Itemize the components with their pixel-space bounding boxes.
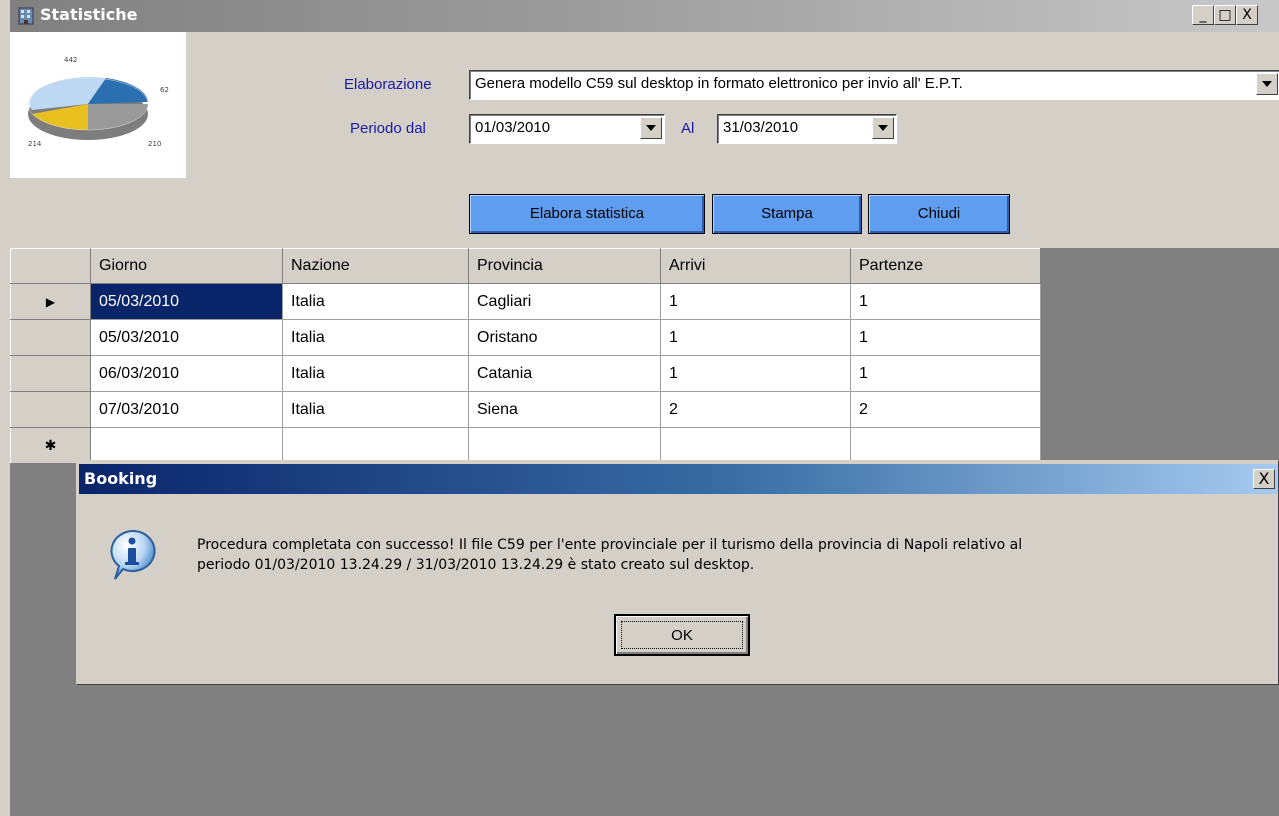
stampa-button[interactable]: Stampa: [712, 194, 862, 234]
table-cell[interactable]: 2: [660, 391, 851, 428]
row-selector[interactable]: [10, 319, 91, 356]
row-selector[interactable]: ✱: [10, 427, 91, 464]
chevron-down-icon[interactable]: [872, 117, 894, 139]
row-selector[interactable]: ▶: [10, 283, 91, 320]
ok-button[interactable]: OK: [614, 614, 750, 656]
dialog-message-line-2: periodo 01/03/2010 13.24.29 / 31/03/2010…: [197, 557, 755, 573]
dialog-message: Procedura completata con successo! Il fi…: [197, 535, 1277, 575]
table-cell[interactable]: 05/03/2010: [90, 319, 283, 356]
column-header-partenze[interactable]: Partenze: [850, 248, 1041, 284]
statistics-grid: Giorno Nazione Provincia Arrivi Partenze…: [10, 248, 1041, 464]
app-icon: [18, 7, 34, 25]
grid-corner-header: [10, 248, 91, 284]
column-header-arrivi[interactable]: Arrivi: [660, 248, 851, 284]
elaborazione-label: Elaborazione: [344, 76, 432, 93]
table-cell[interactable]: 2: [850, 391, 1041, 428]
logo-label-1: 442: [64, 56, 77, 64]
elaborazione-value: Genera modello C59 sul desktop in format…: [475, 75, 963, 92]
table-cell[interactable]: Italia: [282, 355, 469, 392]
logo-label-3: 210: [148, 140, 161, 148]
elabora-statistica-button[interactable]: Elabora statistica: [469, 194, 705, 234]
title-bar[interactable]: Statistiche _ □ X: [10, 0, 1279, 32]
table-cell[interactable]: 07/03/2010: [90, 391, 283, 428]
column-header-provincia[interactable]: Provincia: [468, 248, 661, 284]
maximize-button[interactable]: □: [1214, 5, 1236, 25]
parameters-panel: 442 62 210 214 Elaborazione Genera model…: [10, 32, 1279, 248]
ok-button-label: OK: [621, 621, 743, 649]
close-icon: X: [1242, 7, 1252, 23]
al-label: Al: [681, 120, 695, 137]
date-to-picker[interactable]: 31/03/2010: [717, 114, 897, 144]
table-cell[interactable]: [468, 427, 661, 464]
periodo-label: Periodo dal: [350, 120, 426, 137]
column-header-giorno[interactable]: Giorno: [90, 248, 283, 284]
close-icon: X: [1258, 469, 1270, 488]
current-row-icon: ▶: [45, 294, 56, 309]
date-from-value: 01/03/2010: [475, 119, 551, 136]
table-cell[interactable]: Cagliari: [468, 283, 661, 320]
table-cell[interactable]: 1: [660, 283, 851, 320]
row-selector[interactable]: [10, 355, 91, 392]
column-header-nazione[interactable]: Nazione: [282, 248, 469, 284]
booking-dialog: Booking X Procedura completata con succe…: [76, 460, 1279, 685]
table-row[interactable]: 06/03/2010 Italia Catania 1 1: [10, 355, 1041, 392]
row-selector[interactable]: [10, 391, 91, 428]
minimize-button[interactable]: _: [1192, 5, 1214, 25]
pie-chart-icon: 442 62 210 214: [27, 56, 169, 148]
dialog-title-bar[interactable]: Booking X: [79, 464, 1278, 494]
chevron-down-icon[interactable]: [640, 117, 662, 139]
statistics-logo: 442 62 210 214: [10, 32, 186, 178]
minimize-icon: _: [1199, 7, 1207, 23]
chiudi-button[interactable]: Chiudi: [868, 194, 1010, 234]
date-from-picker[interactable]: 01/03/2010: [469, 114, 665, 144]
table-cell[interactable]: [282, 427, 469, 464]
logo-label-2: 62: [160, 86, 169, 94]
table-cell[interactable]: Italia: [282, 319, 469, 356]
table-cell[interactable]: Oristano: [468, 319, 661, 356]
table-cell[interactable]: [90, 427, 283, 464]
table-cell[interactable]: 05/03/2010: [90, 283, 283, 320]
table-cell[interactable]: 06/03/2010: [90, 355, 283, 392]
date-to-value: 31/03/2010: [723, 119, 799, 136]
window-left-edge: [0, 0, 10, 816]
table-cell[interactable]: Siena: [468, 391, 661, 428]
table-row[interactable]: 05/03/2010 Italia Oristano 1 1: [10, 319, 1041, 356]
elaborazione-select[interactable]: Genera modello C59 sul desktop in format…: [469, 70, 1279, 100]
table-cell[interactable]: [660, 427, 851, 464]
new-row-icon: ✱: [44, 436, 57, 453]
new-row[interactable]: ✱: [10, 427, 1041, 464]
chevron-down-icon[interactable]: [1256, 73, 1278, 95]
table-cell[interactable]: 1: [660, 355, 851, 392]
dialog-message-line-1: Procedura completata con successo! Il fi…: [197, 537, 1023, 553]
table-row[interactable]: 07/03/2010 Italia Siena 2 2: [10, 391, 1041, 428]
table-cell[interactable]: Italia: [282, 283, 469, 320]
table-cell[interactable]: 1: [850, 355, 1041, 392]
table-cell[interactable]: 1: [850, 319, 1041, 356]
maximize-icon: □: [1218, 7, 1232, 23]
info-icon: [110, 529, 156, 580]
close-button[interactable]: X: [1236, 5, 1258, 25]
table-cell[interactable]: 1: [660, 319, 851, 356]
table-row[interactable]: ▶ 05/03/2010 Italia Cagliari 1 1: [10, 283, 1041, 320]
window-title: Statistiche: [40, 5, 138, 24]
table-cell[interactable]: Catania: [468, 355, 661, 392]
dialog-close-button[interactable]: X: [1253, 469, 1275, 489]
table-cell[interactable]: 1: [850, 283, 1041, 320]
table-cell[interactable]: [850, 427, 1041, 464]
table-cell[interactable]: Italia: [282, 391, 469, 428]
logo-label-4: 214: [28, 140, 42, 148]
dialog-title: Booking: [84, 469, 158, 488]
statistiche-window: Statistiche _ □ X 442 62 210 214 Elabora…: [0, 0, 1279, 816]
